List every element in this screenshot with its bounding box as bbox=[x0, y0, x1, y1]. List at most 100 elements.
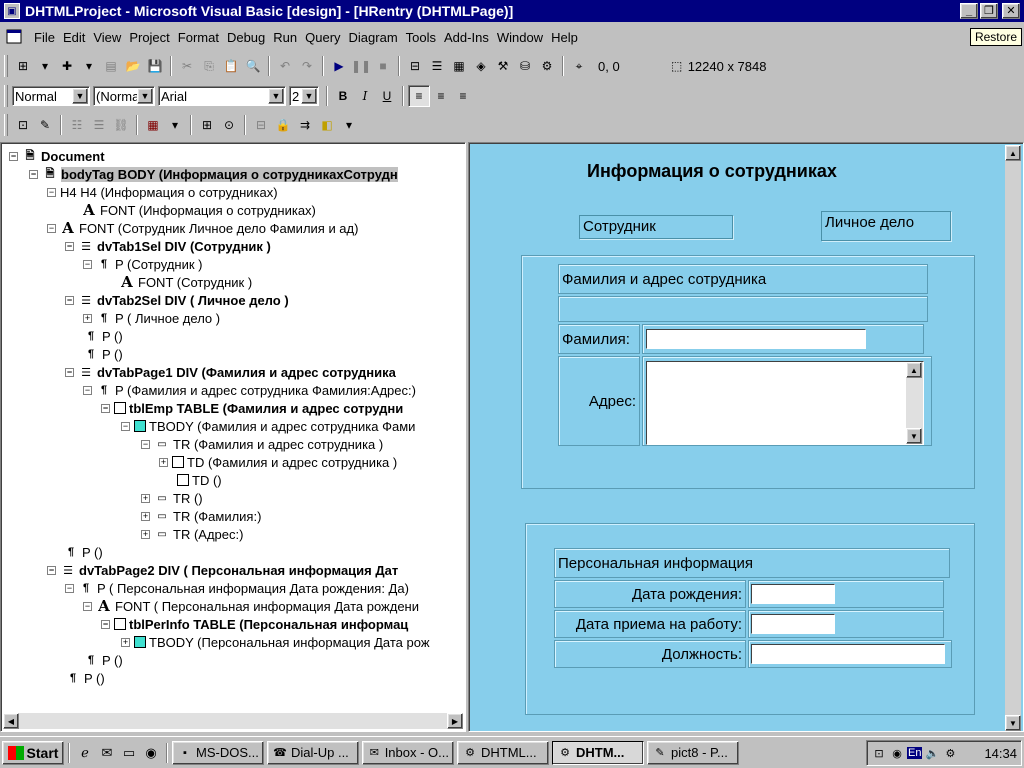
vertical-scrollbar[interactable]: ▲ ▼ bbox=[1005, 145, 1021, 731]
menu-add-ins[interactable]: Add-Ins bbox=[440, 30, 493, 45]
menu-run[interactable]: Run bbox=[269, 30, 301, 45]
internet-explorer-icon[interactable]: ℯ bbox=[75, 743, 95, 763]
absolute-position-icon[interactable]: ⊟ bbox=[250, 114, 272, 136]
font-size-select[interactable]: 2 ▼ bbox=[289, 86, 319, 106]
menu-view[interactable]: View bbox=[89, 30, 125, 45]
collapse-icon[interactable]: − bbox=[65, 241, 74, 251]
collapse-icon[interactable]: − bbox=[141, 439, 150, 449]
object-browser-icon[interactable]: ◈ bbox=[470, 55, 492, 77]
tree-node[interactable]: TD () bbox=[177, 471, 222, 489]
expand-icon[interactable]: + bbox=[121, 637, 130, 647]
tree-node[interactable]: + ▭ TR (Адрес:) bbox=[141, 525, 243, 543]
expand-icon[interactable]: + bbox=[141, 529, 150, 539]
vb-app-icon[interactable]: ▣ bbox=[4, 3, 20, 19]
lastname-input[interactable] bbox=[646, 329, 866, 349]
tree-node[interactable]: − TBODY (Фамилия и адрес сотрудника Фами bbox=[121, 417, 415, 435]
tree-node[interactable]: − 🗎 Document bbox=[9, 147, 105, 165]
toolbox-icon[interactable]: ⚒ bbox=[492, 55, 514, 77]
project-explorer-icon[interactable]: ⊟ bbox=[404, 55, 426, 77]
network-icon[interactable]: ⊡ bbox=[871, 745, 887, 761]
dropdown-arrow-icon[interactable]: ▾ bbox=[34, 55, 56, 77]
task-dhtml-2[interactable]: ⚙ DHTM... bbox=[552, 740, 644, 765]
align-center-icon[interactable]: ≡ bbox=[430, 85, 452, 107]
tree-node[interactable]: A FONT (Сотрудник ) bbox=[119, 273, 252, 291]
save-icon[interactable]: 💾 bbox=[144, 55, 166, 77]
menu-edit[interactable]: Edit bbox=[59, 30, 89, 45]
collapse-icon[interactable]: − bbox=[47, 565, 56, 575]
task-dhtml-1[interactable]: ⚙ DHTML... bbox=[457, 740, 549, 765]
scroll-up-icon[interactable]: ▲ bbox=[906, 362, 922, 378]
add-project-icon[interactable]: ⊞ bbox=[12, 55, 34, 77]
link-icon[interactable]: ⛓ bbox=[110, 114, 132, 136]
dropdown-arrow-icon[interactable]: ▾ bbox=[78, 55, 100, 77]
scroll-track[interactable] bbox=[19, 713, 447, 729]
scroll-up-icon[interactable]: ▲ bbox=[1005, 145, 1021, 161]
tree-node[interactable]: + ▭ TR (Фамилия:) bbox=[141, 507, 261, 525]
collapse-icon[interactable]: − bbox=[65, 367, 74, 377]
address-textarea[interactable]: ▲ ▼ bbox=[646, 361, 924, 445]
hire-date-input[interactable] bbox=[751, 614, 835, 634]
menu-file[interactable]: File bbox=[30, 30, 59, 45]
edit-html-icon[interactable]: ✎ bbox=[34, 114, 56, 136]
minimize-button[interactable]: _ bbox=[960, 3, 978, 19]
tree-node[interactable]: A FONT (Информация о сотрудниках) bbox=[81, 201, 316, 219]
style-select[interactable]: Normal ▼ bbox=[12, 86, 90, 106]
font-select[interactable]: Arial ▼ bbox=[158, 86, 286, 106]
find-icon[interactable]: 🔍 bbox=[242, 55, 264, 77]
open-icon[interactable]: 📂 bbox=[122, 55, 144, 77]
cut-icon[interactable]: ✂ bbox=[176, 55, 198, 77]
collapse-icon[interactable]: − bbox=[29, 169, 38, 179]
document-window-icon[interactable] bbox=[6, 29, 24, 45]
tab-personal-file[interactable]: Личное дело bbox=[821, 211, 951, 241]
tree-node[interactable]: ¶ P () bbox=[83, 651, 123, 669]
tree-node[interactable]: − ¶ P (Фамилия и адрес сотрудника Фамили… bbox=[83, 381, 416, 399]
collapse-icon[interactable]: − bbox=[83, 259, 92, 269]
menu-project[interactable]: Project bbox=[125, 30, 173, 45]
bullet-list-icon[interactable]: ☰ bbox=[88, 114, 110, 136]
properties-icon[interactable]: ☰ bbox=[426, 55, 448, 77]
stop-icon[interactable]: ■ bbox=[372, 55, 394, 77]
scheduler-icon[interactable]: ⚙ bbox=[942, 745, 958, 761]
menu-editor-icon[interactable]: ▤ bbox=[100, 55, 122, 77]
restore-button[interactable]: ❐ bbox=[980, 3, 998, 19]
tree-node[interactable]: − A FONT ( Персональная информация Дата … bbox=[83, 597, 419, 615]
page-properties-icon[interactable]: ⊡ bbox=[12, 114, 34, 136]
tree-node[interactable]: − H4 H4 (Информация о сотрудниках) bbox=[47, 183, 278, 201]
chevron-down-icon[interactable]: ▼ bbox=[72, 88, 88, 104]
tree-node[interactable]: − ▭ TR (Фамилия и адрес сотрудника ) bbox=[141, 435, 383, 453]
expand-icon[interactable]: + bbox=[83, 313, 92, 323]
expand-icon[interactable]: + bbox=[141, 493, 150, 503]
channels-icon[interactable]: ◉ bbox=[141, 743, 161, 763]
tree-node[interactable]: + ▭ TR () bbox=[141, 489, 203, 507]
menu-format[interactable]: Format bbox=[174, 30, 223, 45]
tree-node[interactable]: − ¶ P ( Персональная информация Дата рож… bbox=[65, 579, 409, 597]
page-designer-pane[interactable]: Информация о сотрудниках Сотрудник Лично… bbox=[468, 142, 1024, 732]
document-outline-pane[interactable]: − 🗎 Document − 🗎 bodyTag BODY (Информаци… bbox=[0, 142, 466, 732]
volume-icon[interactable]: 🔈 bbox=[924, 745, 940, 761]
redo-icon[interactable]: ↷ bbox=[296, 55, 318, 77]
tab-page-1[interactable]: Фамилия и адрес сотрудника Фамилия: Адре… bbox=[521, 255, 975, 489]
task-ms-dos[interactable]: ▪ MS-DOS... bbox=[172, 740, 264, 765]
scroll-left-icon[interactable]: ◀ bbox=[3, 713, 19, 729]
lock-icon[interactable]: 🔒 bbox=[272, 114, 294, 136]
form-layout-icon[interactable]: ▦ bbox=[448, 55, 470, 77]
component-manager-icon[interactable]: ⚙ bbox=[536, 55, 558, 77]
paragraph-select[interactable]: (Norma ▼ bbox=[93, 86, 155, 106]
tree-node[interactable]: − tblPerInfo TABLE (Персональная информа… bbox=[101, 615, 408, 633]
toolbar-grip[interactable] bbox=[4, 85, 8, 107]
chevron-down-icon[interactable]: ▼ bbox=[301, 88, 317, 104]
tree-node[interactable]: − tblEmp TABLE (Фамилия и адрес сотрудни bbox=[101, 399, 403, 417]
position-input[interactable] bbox=[751, 644, 945, 664]
tree-node[interactable]: − ☰ dvTabPage2 DIV ( Персональная информ… bbox=[47, 561, 398, 579]
outlook-icon[interactable]: ✉ bbox=[97, 743, 117, 763]
tree-node[interactable]: − ☰ dvTab2Sel DIV ( Личное дело ) bbox=[65, 291, 289, 309]
toolbar-grip[interactable] bbox=[4, 55, 8, 77]
tree-node[interactable]: − ¶ P (Сотрудник ) bbox=[83, 255, 202, 273]
clock[interactable]: 14:34 bbox=[984, 746, 1017, 761]
collapse-icon[interactable]: − bbox=[83, 601, 92, 611]
expand-icon[interactable]: + bbox=[141, 511, 150, 521]
collapse-icon[interactable]: − bbox=[9, 151, 18, 161]
tree-node[interactable]: ¶ P () bbox=[83, 345, 123, 363]
align-right-icon[interactable]: ≡ bbox=[452, 85, 474, 107]
expand-icon[interactable]: + bbox=[159, 457, 168, 467]
